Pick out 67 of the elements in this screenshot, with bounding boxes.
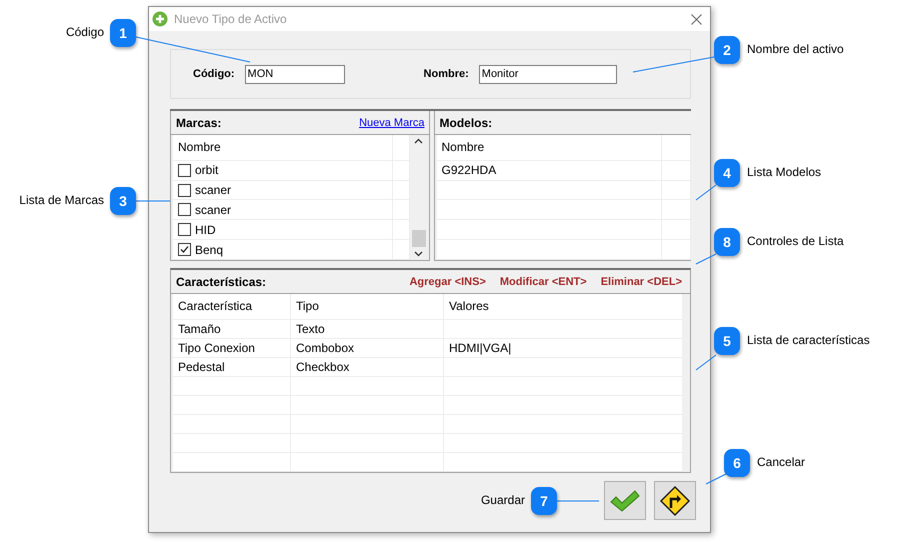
leader-line: [696, 254, 716, 264]
callout-label: Código: [66, 25, 104, 39]
leader-line: [136, 200, 170, 202]
scroll-thumb[interactable]: [412, 230, 426, 247]
action-link[interactable]: Modificar <ENT>: [500, 276, 587, 288]
callout-badge: 8: [714, 228, 740, 256]
column-header[interactable]: Tipo: [291, 294, 444, 319]
checkbox[interactable]: [178, 243, 191, 256]
table-cell: Pedestal: [173, 358, 291, 376]
panel-title: Características:: [176, 274, 268, 288]
input-field[interactable]: Monitor: [478, 64, 617, 84]
checkbox[interactable]: [178, 203, 191, 216]
column-header[interactable]: Característica: [173, 294, 291, 319]
callout-label: Guardar: [480, 493, 525, 507]
list-item[interactable]: scaner: [173, 200, 393, 220]
table-cell: Combobox: [291, 338, 444, 357]
input-field[interactable]: MON: [244, 64, 345, 84]
callout-badge: 6: [724, 449, 750, 477]
panel-title: Marcas:: [176, 116, 222, 130]
checkmark-icon: [609, 488, 641, 512]
close-icon[interactable]: [691, 14, 702, 24]
callout-label: Nombre del activo: [747, 42, 844, 56]
column-header[interactable]: Nombre: [436, 135, 662, 160]
window-title: Nuevo Tipo de Activo: [174, 12, 288, 26]
scrollbar[interactable]: [410, 135, 428, 260]
leader-line: [696, 184, 716, 200]
callout-badge: 2: [714, 36, 740, 64]
callout-label: Lista de características: [747, 333, 870, 347]
scroll-down-icon[interactable]: [414, 251, 423, 257]
table-cell: Tipo Conexion: [173, 338, 291, 357]
column-header[interactable]: Valores: [444, 294, 682, 319]
list-item[interactable]: scaner: [173, 180, 393, 200]
callout-label: Lista Modelos: [747, 165, 822, 179]
list-item[interactable]: G922HDA: [436, 160, 662, 180]
cancel-button[interactable]: [654, 481, 696, 520]
leader-line: [556, 500, 600, 502]
column-header[interactable]: Nombre: [173, 135, 393, 160]
panel-title: Modelos:: [440, 116, 494, 130]
new-brand-link[interactable]: Nueva Marca: [359, 116, 424, 128]
list-item[interactable]: orbit: [173, 160, 393, 180]
table-cell: HDMI|VGA|: [444, 338, 682, 357]
checkbox[interactable]: [178, 164, 191, 177]
action-link[interactable]: Agregar <INS>: [409, 276, 486, 288]
callout-badge: 1: [110, 19, 136, 47]
field-label: Código:: [193, 68, 235, 80]
callout-label: Cancelar: [757, 455, 806, 469]
turn-sign-icon: [659, 484, 691, 516]
callout-badge: 3: [110, 187, 136, 215]
callout-badge: 4: [714, 159, 740, 187]
checkbox[interactable]: [178, 223, 191, 236]
table-cell: Tamaño: [173, 320, 291, 338]
leader-line: [696, 354, 716, 370]
callout-badge: 5: [714, 327, 740, 355]
action-link[interactable]: Eliminar <DEL>: [600, 276, 682, 288]
callout-label: Controles de Lista: [747, 234, 844, 248]
table-cell: Texto: [291, 320, 444, 338]
scroll-up-icon[interactable]: [414, 138, 423, 144]
table-cell: Checkbox: [291, 358, 444, 376]
list-item[interactable]: HID: [173, 220, 393, 240]
save-button[interactable]: [604, 481, 646, 520]
leader-line: [706, 474, 726, 484]
checkbox[interactable]: [178, 184, 191, 197]
callout-badge: 7: [531, 487, 557, 515]
add-icon: [152, 11, 168, 27]
callout-label: Lista de Marcas: [19, 193, 104, 207]
list-item[interactable]: Benq: [173, 240, 393, 260]
field-label: Nombre:: [424, 68, 469, 80]
